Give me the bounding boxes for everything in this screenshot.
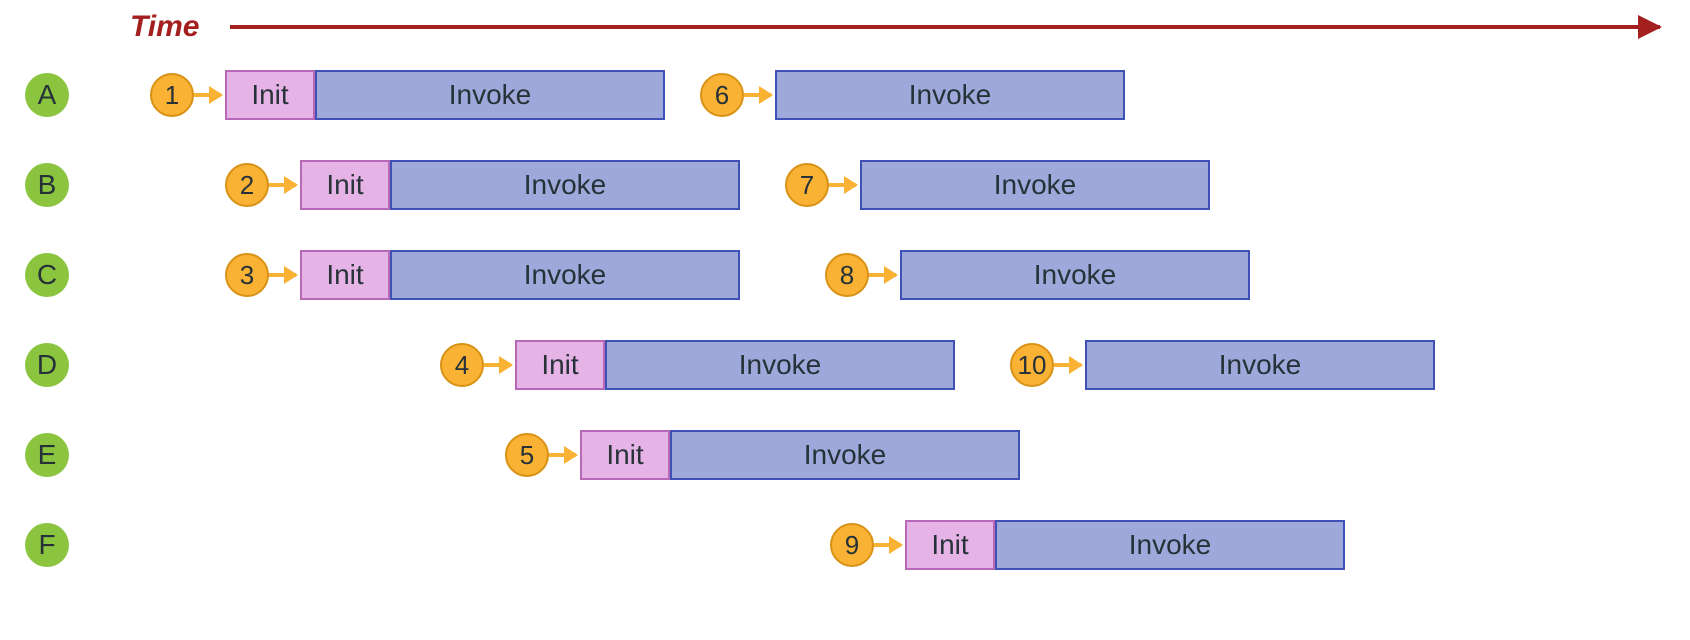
init-label: Init: [326, 169, 363, 201]
row-label-D: D: [25, 343, 69, 387]
init-label: Init: [251, 79, 288, 111]
event-arrow-8: [869, 273, 896, 277]
invoke-block: Invoke: [670, 430, 1020, 480]
time-axis-arrow: [230, 25, 1660, 29]
invoke-block: Invoke: [900, 250, 1250, 300]
invoke-block: Invoke: [775, 70, 1125, 120]
invoke-block: Invoke: [995, 520, 1345, 570]
event-1: 1: [150, 73, 194, 117]
init-block: Init: [225, 70, 315, 120]
init-block: Init: [300, 250, 390, 300]
event-arrow-3: [269, 273, 296, 277]
event-6: 6: [700, 73, 744, 117]
event-arrow-10: [1054, 363, 1081, 367]
event-7: 7: [785, 163, 829, 207]
event-arrow-7: [829, 183, 856, 187]
invoke-label: Invoke: [1219, 349, 1302, 381]
invoke-label: Invoke: [739, 349, 822, 381]
init-block: Init: [905, 520, 995, 570]
invoke-block: Invoke: [1085, 340, 1435, 390]
invoke-label: Invoke: [1129, 529, 1212, 561]
event-2: 2: [225, 163, 269, 207]
invoke-block: Invoke: [605, 340, 955, 390]
event-10: 10: [1010, 343, 1054, 387]
invoke-label: Invoke: [449, 79, 532, 111]
event-9: 9: [830, 523, 874, 567]
invoke-label: Invoke: [909, 79, 992, 111]
time-axis-label: Time: [130, 10, 199, 44]
invoke-label: Invoke: [524, 169, 607, 201]
event-4: 4: [440, 343, 484, 387]
invoke-block: Invoke: [390, 160, 740, 210]
invoke-block: Invoke: [390, 250, 740, 300]
row-label-E: E: [25, 433, 69, 477]
invoke-block: Invoke: [860, 160, 1210, 210]
event-3: 3: [225, 253, 269, 297]
event-arrow-9: [874, 543, 901, 547]
invoke-label: Invoke: [804, 439, 887, 471]
row-label-A: A: [25, 73, 69, 117]
row-label-C: C: [25, 253, 69, 297]
init-label: Init: [931, 529, 968, 561]
init-block: Init: [300, 160, 390, 210]
init-label: Init: [606, 439, 643, 471]
init-block: Init: [580, 430, 670, 480]
event-arrow-2: [269, 183, 296, 187]
event-arrow-5: [549, 453, 576, 457]
row-label-B: B: [25, 163, 69, 207]
row-label-F: F: [25, 523, 69, 567]
init-label: Init: [541, 349, 578, 381]
init-label: Init: [326, 259, 363, 291]
invoke-label: Invoke: [524, 259, 607, 291]
invoke-label: Invoke: [1034, 259, 1117, 291]
invoke-label: Invoke: [994, 169, 1077, 201]
event-8: 8: [825, 253, 869, 297]
init-block: Init: [515, 340, 605, 390]
event-arrow-4: [484, 363, 511, 367]
event-arrow-1: [194, 93, 221, 97]
event-5: 5: [505, 433, 549, 477]
invoke-block: Invoke: [315, 70, 665, 120]
event-arrow-6: [744, 93, 771, 97]
